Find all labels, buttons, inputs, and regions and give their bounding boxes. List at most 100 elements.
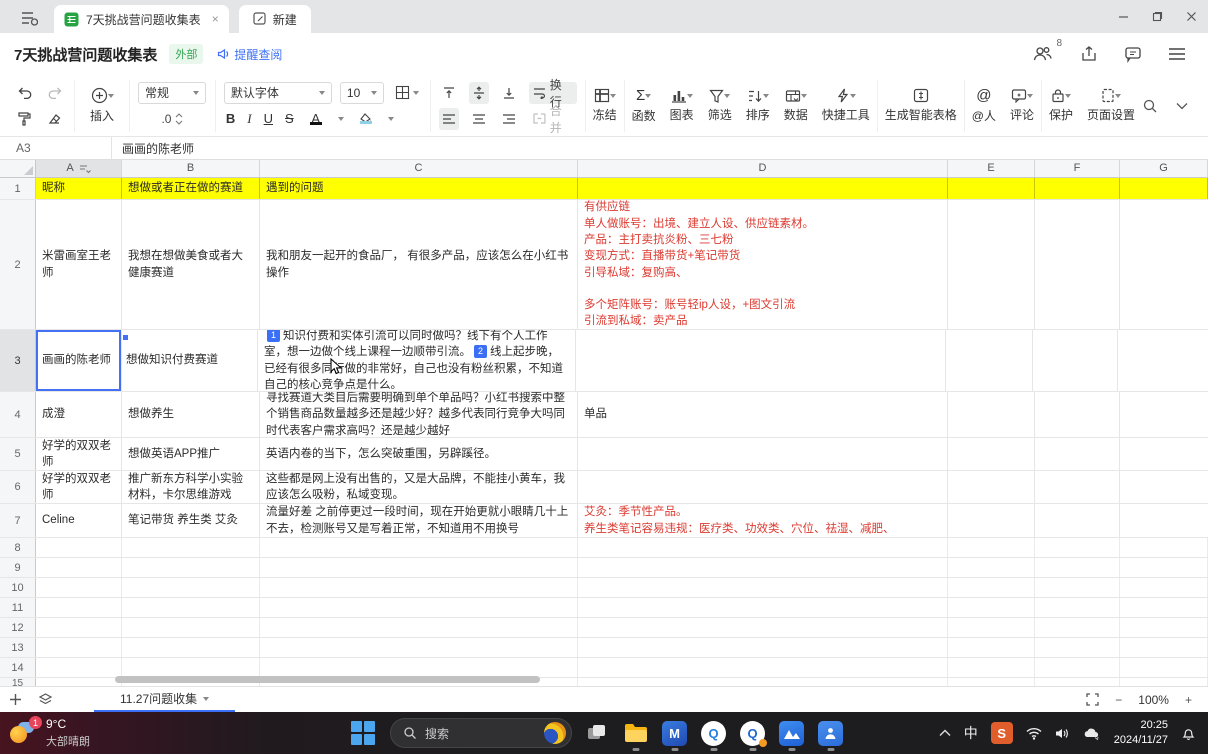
cell[interactable] (578, 558, 948, 577)
cell[interactable] (948, 578, 1035, 597)
strikethrough-button[interactable]: S (285, 111, 294, 126)
cell-D4[interactable]: 单品 (578, 392, 948, 437)
cell-A2[interactable]: 米雷画室王老师 (36, 200, 122, 329)
cell[interactable] (36, 658, 122, 677)
underline-button[interactable]: U (264, 111, 273, 126)
column-header-C[interactable]: C (260, 160, 578, 177)
cell[interactable] (578, 538, 948, 557)
row-header[interactable]: 13 (0, 638, 36, 657)
cell-F1[interactable] (1035, 178, 1120, 199)
taskbar-app-mountain[interactable] (779, 721, 804, 746)
taskbar-app-browser[interactable]: Q (701, 721, 726, 746)
cell[interactable] (1035, 392, 1120, 437)
functions-button[interactable]: Σ 函数 (624, 80, 663, 132)
sheet-list-icon[interactable] (30, 693, 60, 706)
zoom-out-button[interactable]: − (1115, 693, 1122, 707)
volume-icon[interactable] (1055, 727, 1070, 740)
cell[interactable] (122, 538, 260, 557)
undo-button[interactable] (14, 82, 36, 104)
notification-bell-icon[interactable] (1181, 726, 1196, 741)
sogou-tray-icon[interactable]: S (991, 722, 1013, 744)
cell-B4[interactable]: 想做养生 (122, 392, 260, 437)
cell-C2[interactable]: 我和朋友一起开的食品厂， 有很多产品，应该怎么在小红书操作 (260, 200, 578, 329)
cell[interactable] (1120, 392, 1208, 437)
row-header[interactable]: 8 (0, 538, 36, 557)
cell-D2[interactable]: 有供应链 单人做账号：出境、建立人设、供应链素材。 产品：主打卖抗炎粉、三七粉 … (578, 200, 948, 329)
close-tab-icon[interactable]: × (212, 12, 219, 26)
search-icon[interactable] (1142, 98, 1158, 114)
row-header[interactable]: 4 (0, 392, 36, 437)
valign-middle-button[interactable] (469, 82, 489, 104)
horizontal-scrollbar[interactable] (115, 676, 540, 683)
redo-button[interactable] (44, 82, 66, 104)
row-header[interactable]: 1 (0, 178, 36, 199)
taskbar-clock[interactable]: 20:25 2024/11/27 (1114, 718, 1168, 748)
cell[interactable] (260, 658, 578, 677)
column-header-A[interactable]: A (36, 160, 122, 177)
cell[interactable] (946, 330, 1033, 391)
cell-C5[interactable]: 英语内卷的当下，怎么突破重围，另辟蹊径。 (260, 438, 578, 470)
cell[interactable] (36, 618, 122, 637)
cell[interactable] (1120, 578, 1208, 597)
cell[interactable] (1035, 658, 1120, 677)
cell[interactable] (1035, 504, 1120, 537)
cell[interactable] (122, 638, 260, 657)
cell[interactable] (1035, 438, 1120, 470)
cell[interactable] (1120, 658, 1208, 677)
halign-center-button[interactable] (469, 108, 489, 130)
cell-B5[interactable]: 想做英语APP推广 (122, 438, 260, 470)
format-painter-icon[interactable] (14, 108, 35, 130)
decimal-places[interactable]: .0 (161, 112, 171, 126)
filter-button[interactable]: 筛选 (701, 80, 739, 132)
tab-list-icon[interactable] (12, 5, 46, 31)
cell[interactable] (578, 678, 948, 686)
cell[interactable] (122, 558, 260, 577)
data-button[interactable]: 数据 (777, 80, 815, 132)
cell-D1[interactable] (578, 178, 948, 199)
row-header[interactable]: 2 (0, 200, 36, 329)
cell-C6[interactable]: 这些都是网上没有出售的，又是大品牌，不能挂小黄车，我应该怎么吸粉，私域变现。 (260, 471, 578, 503)
cell[interactable] (1035, 638, 1120, 657)
cell-B2[interactable]: 我想在想做美食或者大健康赛道 (122, 200, 260, 329)
comment-panel-icon[interactable] (1124, 45, 1142, 63)
cell[interactable] (948, 638, 1035, 657)
cell-B3[interactable]: 想做知识付费赛道 (120, 330, 258, 391)
cell[interactable] (948, 438, 1035, 470)
valign-top-button[interactable] (439, 82, 459, 104)
smart-table-button[interactable]: 生成智能表格 (877, 80, 965, 132)
cell[interactable] (1120, 538, 1208, 557)
chart-button[interactable]: 图表 (663, 80, 701, 132)
cell[interactable] (36, 538, 122, 557)
row-header[interactable]: 14 (0, 658, 36, 677)
column-header-E[interactable]: E (948, 160, 1035, 177)
onedrive-icon[interactable] (1083, 727, 1101, 740)
cell-E1[interactable] (948, 178, 1035, 199)
document-tab[interactable]: 7天挑战营问题收集表 × (54, 5, 229, 33)
cell[interactable] (260, 598, 578, 617)
cell[interactable] (1120, 598, 1208, 617)
cell[interactable] (36, 598, 122, 617)
column-filter-icon[interactable] (79, 164, 91, 174)
cell-B1[interactable]: 想做或者正在做的赛道 (122, 178, 260, 199)
taskbar-app-mail[interactable]: M (662, 721, 687, 746)
sort-button[interactable]: 排序 (739, 80, 777, 132)
cell[interactable] (576, 330, 946, 391)
wifi-icon[interactable] (1026, 727, 1042, 740)
cell[interactable] (36, 638, 122, 657)
cell[interactable] (948, 558, 1035, 577)
selection-handle[interactable] (122, 334, 129, 341)
cell[interactable] (260, 538, 578, 557)
cell[interactable] (1035, 598, 1120, 617)
font-name-dropdown[interactable]: 默认字体 (224, 82, 332, 104)
cell-A6[interactable]: 好学的双双老师 (36, 471, 122, 503)
cell[interactable] (1120, 504, 1208, 537)
column-header-D[interactable]: D (578, 160, 948, 177)
cell[interactable] (1118, 330, 1208, 391)
cell[interactable] (578, 598, 948, 617)
select-all-corner[interactable] (0, 160, 36, 177)
valign-bottom-button[interactable] (499, 82, 519, 104)
cell[interactable] (122, 598, 260, 617)
comment-button[interactable]: 评论 (1003, 80, 1041, 132)
cell[interactable] (1120, 558, 1208, 577)
cell[interactable] (1120, 618, 1208, 637)
